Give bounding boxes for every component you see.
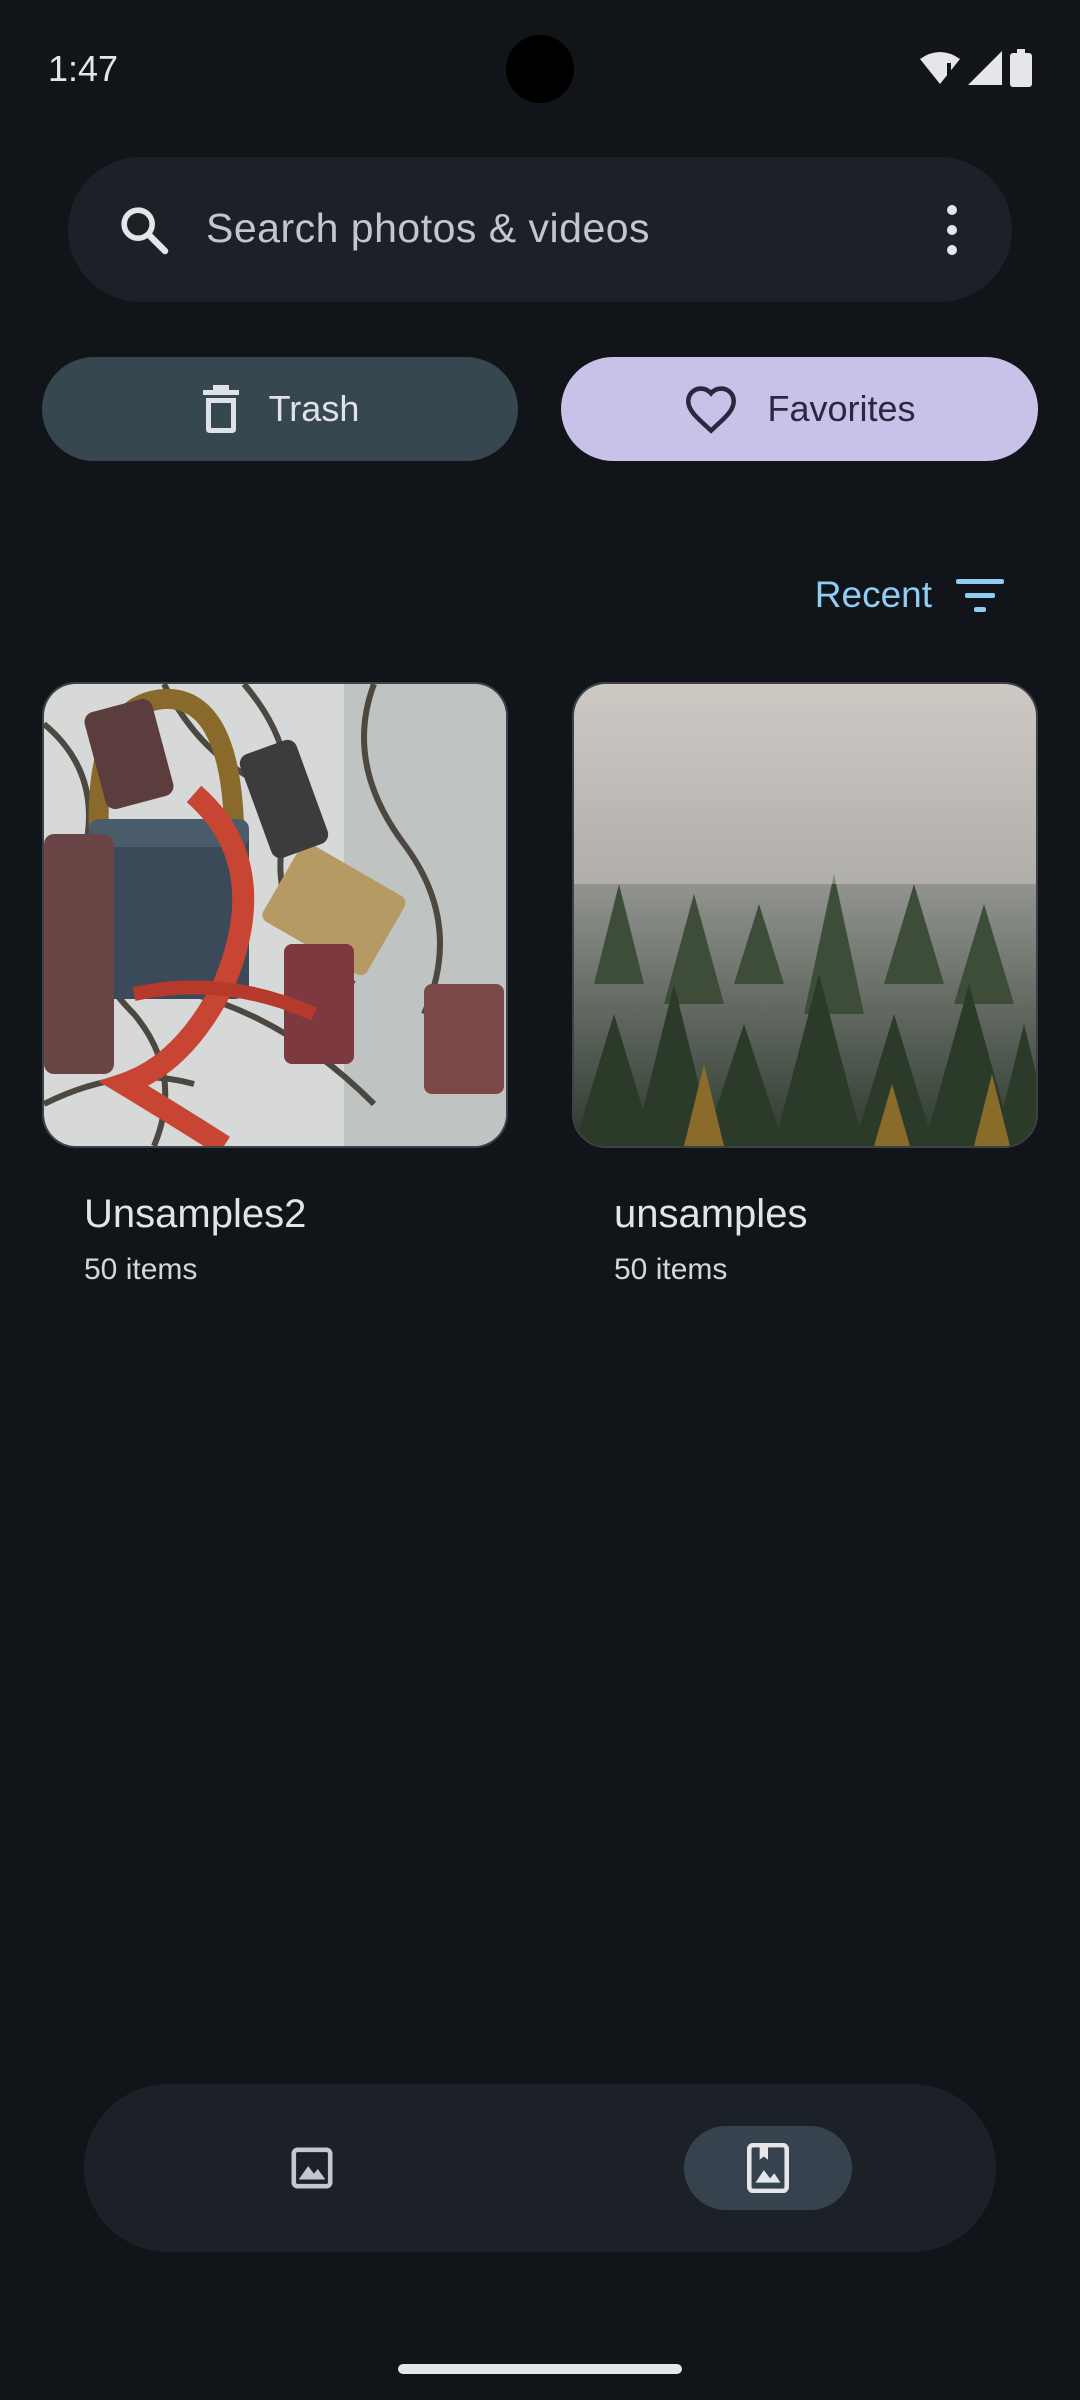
- trash-icon: [202, 385, 239, 433]
- status-time: 1:47: [48, 48, 119, 89]
- sort-label[interactable]: Recent: [815, 574, 932, 616]
- album-thumbnail-forest[interactable]: [572, 682, 1038, 1148]
- trash-button[interactable]: Trash: [42, 357, 518, 461]
- battery-icon: [1010, 49, 1032, 87]
- nav-albums[interactable]: [684, 2126, 852, 2210]
- trash-label: Trash: [268, 388, 360, 429]
- nav-photos[interactable]: [228, 2126, 396, 2210]
- album-title[interactable]: unsamples: [614, 1192, 1038, 1237]
- album-card[interactable]: Unsamples2 50 items: [42, 682, 508, 1287]
- forest-photo: [574, 684, 1036, 1146]
- image-icon: [291, 2147, 333, 2189]
- filter-list-icon[interactable]: [956, 577, 1004, 613]
- album-count: 50 items: [614, 1253, 728, 1286]
- search-placeholder[interactable]: Search photos & videos: [206, 205, 650, 252]
- album-title[interactable]: Unsamples2: [84, 1192, 508, 1237]
- favorites-label: Favorites: [767, 388, 916, 429]
- padlocks-photo: [44, 684, 506, 1146]
- photo-album-icon: [747, 2143, 789, 2193]
- search-bar[interactable]: Search photos & videos: [68, 157, 1012, 302]
- album-card[interactable]: unsamples 50 items: [572, 682, 1038, 1287]
- heart-icon: [686, 386, 737, 434]
- sort-control[interactable]: Recent: [815, 565, 1004, 625]
- status-bar: 1:47: [0, 0, 1080, 130]
- signal-icon: [968, 51, 1002, 85]
- favorites-button[interactable]: Favorites: [561, 357, 1038, 461]
- search-icon[interactable]: [116, 202, 172, 258]
- bottom-navigation: [84, 2084, 996, 2252]
- status-icons: [920, 48, 1032, 88]
- home-indicator[interactable]: [398, 2364, 682, 2374]
- album-thumbnail-padlocks[interactable]: [42, 682, 508, 1148]
- more-vert-icon[interactable]: [940, 201, 964, 259]
- camera-cutout: [506, 35, 574, 103]
- wifi-icon: [920, 52, 960, 84]
- album-count: 50 items: [84, 1253, 198, 1286]
